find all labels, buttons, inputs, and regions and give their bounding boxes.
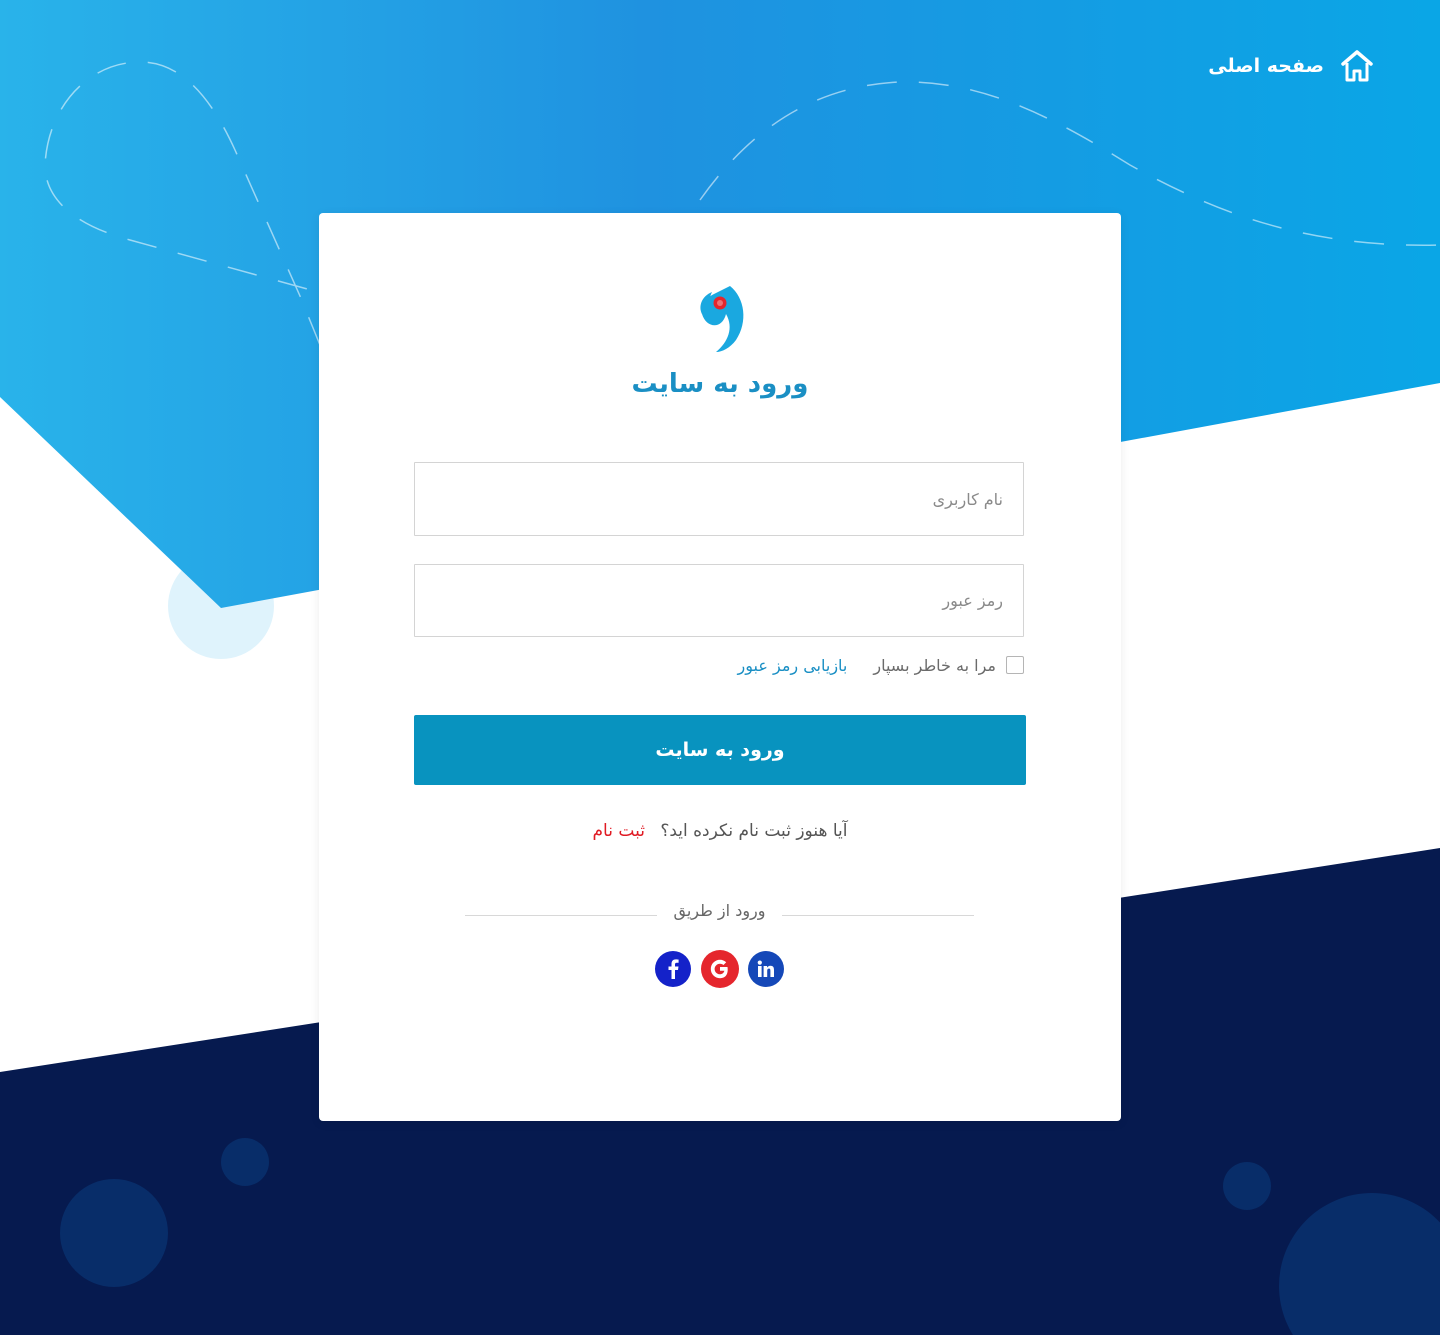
- brand-logo: [690, 284, 750, 354]
- home-label: صفحه اصلی: [1208, 55, 1324, 77]
- forgot-password-link[interactable]: بازیابی رمز عبور: [738, 656, 848, 675]
- divider-line: [465, 915, 657, 916]
- signup-question: آیا هنوز ثبت نام نکرده اید؟: [660, 821, 848, 841]
- google-login-button[interactable]: [701, 950, 739, 988]
- facebook-login-button[interactable]: [655, 951, 691, 987]
- google-icon: [710, 959, 728, 979]
- navy-circle-decoration: [221, 1138, 269, 1186]
- social-divider-label: ورود از طریق: [673, 901, 766, 920]
- divider-line: [782, 915, 974, 916]
- password-input[interactable]: [414, 564, 1024, 637]
- login-title: ورود به سایت: [631, 369, 809, 399]
- username-input[interactable]: [414, 462, 1024, 536]
- navy-circle-decoration: [1223, 1162, 1271, 1210]
- linkedin-login-button[interactable]: [748, 951, 784, 987]
- remember-label: مرا به خاطر بسپار: [873, 655, 996, 675]
- remember-checkbox[interactable]: [1006, 656, 1024, 674]
- login-submit-button[interactable]: ورود به سایت: [414, 715, 1026, 785]
- remember-row: مرا به خاطر بسپار بازیابی رمز عبور: [414, 652, 1024, 678]
- navy-circle-decoration: [60, 1179, 168, 1287]
- linkedin-icon: [757, 960, 774, 977]
- home-icon: [1340, 49, 1374, 83]
- home-link[interactable]: صفحه اصلی: [1208, 46, 1374, 86]
- signup-link[interactable]: ثبت نام: [593, 821, 645, 841]
- login-card: ورود به سایت مرا به خاطر بسپار بازیابی ر…: [319, 213, 1121, 1121]
- facebook-icon: [668, 959, 679, 979]
- signup-row: آیا هنوز ثبت نام نکرده اید؟ ثبت نام: [319, 821, 1121, 841]
